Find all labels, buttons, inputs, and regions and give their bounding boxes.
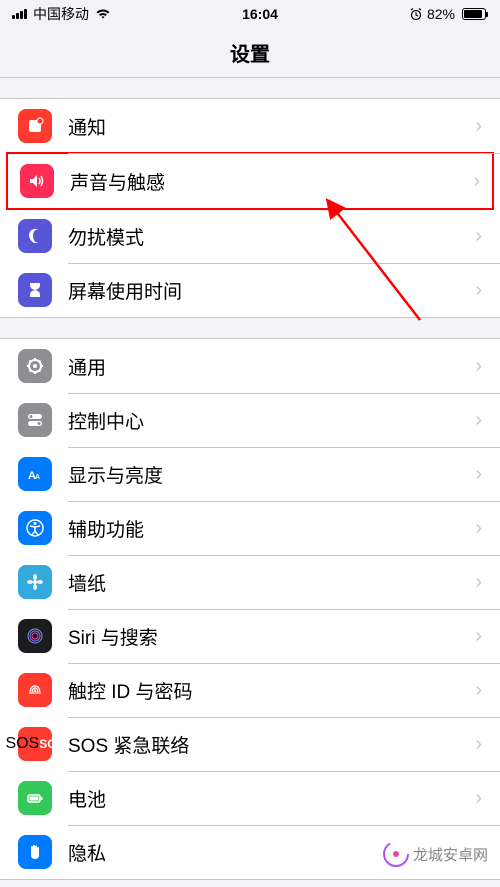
fingerprint-icon [18,673,52,707]
chevron-icon: › [475,625,482,648]
alarm-icon [409,7,423,21]
row-label: SOS 紧急联络 [68,731,475,758]
chevron-icon: › [475,679,482,702]
row-sos[interactable]: SOS SOS SOS 紧急联络 › [0,717,500,771]
row-label: 声音与触感 [70,168,473,195]
row-label: 辅助功能 [68,515,475,542]
highlight-annotation: 声音与触感 › [6,152,494,210]
text-size-icon: AA [18,457,52,491]
chevron-icon: › [475,225,482,248]
row-label: 控制中心 [68,407,475,434]
chevron-icon: › [475,115,482,138]
sound-icon [20,164,54,198]
watermark: 龙城安卓网 [383,841,488,867]
sos-icon: SOS SOS [18,727,52,761]
status-time: 16:04 [242,6,278,22]
battery-icon [459,8,488,20]
wifi-icon [95,8,111,20]
carrier-label: 中国移动 [33,4,89,24]
page-title: 设置 [230,38,270,67]
battery-percent: 82% [427,6,455,22]
chevron-icon: › [473,170,480,193]
row-label: 显示与亮度 [68,461,475,488]
flower-icon [18,565,52,599]
row-label: 电池 [68,785,475,812]
status-left: 中国移动 [12,4,111,24]
chevron-icon: › [475,355,482,378]
battery-row-icon [18,781,52,815]
row-general[interactable]: 通用 › [0,339,500,393]
moon-icon [18,219,52,253]
row-sounds[interactable]: 声音与触感 › [2,154,498,208]
gear-icon [18,349,52,383]
row-control-center[interactable]: 控制中心 › [0,393,500,447]
row-label: 通知 [68,113,475,140]
toggle-icon [18,403,52,437]
row-screentime[interactable]: 屏幕使用时间 › [0,263,500,317]
accessibility-icon [18,511,52,545]
chevron-icon: › [475,571,482,594]
row-battery[interactable]: 电池 › [0,771,500,825]
status-bar: 中国移动 16:04 82% [0,0,500,28]
row-wallpaper[interactable]: 墙纸 › [0,555,500,609]
row-label: 勿扰模式 [68,223,475,250]
row-notifications[interactable]: 通知 › [0,99,500,153]
row-label: 屏幕使用时间 [68,277,475,304]
settings-section-2: 通用 › 控制中心 › AA 显示与亮度 › 辅助功能 › 墙纸 › [0,338,500,880]
hourglass-icon [18,273,52,307]
siri-icon [18,619,52,653]
chevron-icon: › [475,409,482,432]
row-accessibility[interactable]: 辅助功能 › [0,501,500,555]
chevron-icon: › [475,517,482,540]
watermark-text: 龙城安卓网 [413,844,488,865]
status-right: 82% [409,6,488,22]
signal-icon [12,9,27,19]
watermark-logo-icon [383,841,409,867]
hand-icon [18,835,52,869]
row-siri[interactable]: Siri 与搜索 › [0,609,500,663]
nav-header: 设置 [0,28,500,78]
row-label: 触控 ID 与密码 [68,677,475,704]
chevron-icon: › [475,733,482,756]
chevron-icon: › [475,463,482,486]
row-display[interactable]: AA 显示与亮度 › [0,447,500,501]
row-label: 通用 [68,353,475,380]
svg-text:A: A [35,474,40,481]
row-label: Siri 与搜索 [68,623,475,650]
row-dnd[interactable]: 勿扰模式 › [0,209,500,263]
chevron-icon: › [475,279,482,302]
settings-section-1: 通知 › 声音与触感 › 勿扰模式 › 屏幕使用时间 › [0,98,500,318]
notification-icon [18,109,52,143]
chevron-icon: › [475,787,482,810]
row-label: 墙纸 [68,569,475,596]
row-touchid[interactable]: 触控 ID 与密码 › [0,663,500,717]
